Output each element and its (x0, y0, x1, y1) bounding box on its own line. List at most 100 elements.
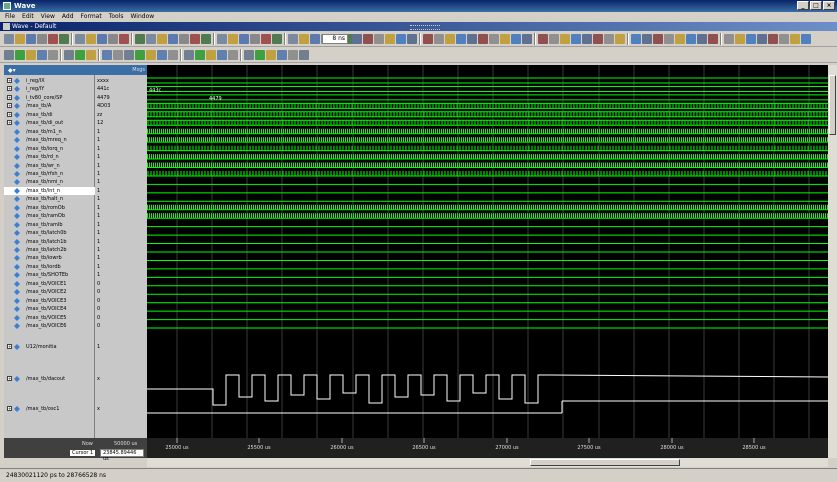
toolbar-tool-icon[interactable] (4, 50, 14, 60)
toolbar-tool-icon[interactable] (179, 34, 189, 44)
signal-row[interactable]: /max_tb/VOICE6 (4, 322, 95, 330)
toolbar-tool-icon[interactable] (184, 50, 194, 60)
toolbar-tool-icon[interactable] (146, 34, 156, 44)
signal-row[interactable]: + i_reg/IX (4, 77, 95, 85)
toolbar-tool-icon[interactable] (228, 50, 238, 60)
signal-row[interactable]: /max_tb/VOICE4 (4, 305, 95, 313)
toolbar-tool-icon[interactable] (168, 50, 178, 60)
toolbar-tool-icon[interactable] (686, 34, 696, 44)
toolbar-tool-icon[interactable] (615, 34, 625, 44)
signal-row[interactable]: /max_tb/latch1b (4, 238, 95, 246)
signal-row[interactable]: /max_tb/ramIb (4, 221, 95, 229)
expand-toggle-icon[interactable]: + (7, 120, 12, 126)
signal-row[interactable]: /max_tb/halt_n (4, 195, 95, 203)
waveform-canvas[interactable]: 443c 4479 (147, 65, 828, 438)
toolbar-tool-icon[interactable] (467, 34, 477, 44)
signal-row[interactable]: /max_tb/iordb (4, 263, 95, 271)
signal-row[interactable]: /max_tb/latch0b (4, 229, 95, 237)
toolbar-tool-icon[interactable] (664, 34, 674, 44)
toolbar-tool-icon[interactable] (266, 50, 276, 60)
toolbar-tool-icon[interactable] (4, 34, 14, 44)
toolbar-tool-icon[interactable] (59, 34, 69, 44)
toolbar-tool-icon[interactable] (790, 34, 800, 44)
menu-add[interactable]: Add (62, 12, 74, 22)
toolbar-tool-icon[interactable] (124, 50, 134, 60)
toolbar-tool-icon[interactable] (299, 50, 309, 60)
toolbar-tool-icon[interactable] (250, 34, 260, 44)
expand-toggle-icon[interactable]: + (7, 94, 12, 100)
signal-row[interactable]: /max_tb/rd_n (4, 153, 95, 161)
toolbar-tool-icon[interactable] (407, 34, 417, 44)
toolbar-tool-icon[interactable] (310, 34, 320, 44)
toolbar-tool-icon[interactable] (15, 50, 25, 60)
toolbar-tool-icon[interactable] (86, 50, 96, 60)
toolbar-tool-icon[interactable] (478, 34, 488, 44)
toolbar-tool-icon[interactable] (374, 34, 384, 44)
signal-row[interactable]: /max_tb/m1_n (4, 128, 95, 136)
toolbar-tool-icon[interactable] (288, 50, 298, 60)
signal-row[interactable]: /max_tb/wr_n (4, 162, 95, 170)
toolbar-tool-icon[interactable] (697, 34, 707, 44)
toolbar-tool-icon[interactable] (15, 34, 25, 44)
signal-row[interactable]: + /max_tb/di (4, 111, 95, 119)
toolbar-tool-icon[interactable] (675, 34, 685, 44)
toolbar-tool-icon[interactable] (560, 34, 570, 44)
toolbar-tool-icon[interactable] (48, 34, 58, 44)
toolbar-tool-icon[interactable] (604, 34, 614, 44)
vertical-scroll-thumb[interactable] (829, 75, 836, 135)
toolbar-tool-icon[interactable] (201, 34, 211, 44)
vertical-scrollbar[interactable] (828, 65, 837, 458)
toolbar-tool-icon[interactable] (277, 50, 287, 60)
signal-row[interactable]: + i_tv80_core/SP (4, 94, 95, 102)
signal-row[interactable]: /max_tb/int_n (4, 186, 95, 195)
toolbar-tool-icon[interactable] (157, 50, 167, 60)
toolbar-tool-icon[interactable] (157, 34, 167, 44)
toolbar-tool-icon[interactable] (385, 34, 395, 44)
toolbar-tool-icon[interactable] (97, 34, 107, 44)
toolbar-tool-icon[interactable] (500, 34, 510, 44)
maximize-button[interactable]: □ (810, 1, 822, 10)
signal-row[interactable]: /max_tb/iowrb (4, 254, 95, 262)
toolbar-tool-icon[interactable] (735, 34, 745, 44)
signal-row[interactable]: /max_tb/rfsh_n (4, 170, 95, 178)
toolbar-tool-icon[interactable] (642, 34, 652, 44)
expand-toggle-icon[interactable]: + (7, 103, 12, 109)
minimize-button[interactable]: _ (797, 1, 809, 10)
toolbar-tool-icon[interactable] (75, 50, 85, 60)
toolbar-tool-icon[interactable] (549, 34, 559, 44)
toolbar-tool-icon[interactable] (708, 34, 718, 44)
toolbar-tool-icon[interactable] (195, 50, 205, 60)
toolbar-tool-icon[interactable] (631, 34, 641, 44)
toolbar-tool-icon[interactable] (445, 34, 455, 44)
toolbar-tool-icon[interactable] (522, 34, 532, 44)
signal-row[interactable]: /max_tb/nmi_n (4, 178, 95, 186)
toolbar-tool-icon[interactable] (434, 34, 444, 44)
expand-toggle-icon[interactable]: + (7, 111, 12, 117)
signal-row[interactable]: /max_tb/iorq_n (4, 145, 95, 153)
cursor-value[interactable]: 23845.89446 us (100, 449, 144, 462)
dock-handle[interactable] (410, 25, 440, 30)
signal-row[interactable]: /max_tb/VOICE2 (4, 288, 95, 296)
toolbar-tool-icon[interactable] (724, 34, 734, 44)
toolbar-tool-icon[interactable] (423, 34, 433, 44)
signal-row[interactable]: + /max_tb/dacout (4, 375, 95, 383)
toolbar-tool-icon[interactable] (272, 34, 282, 44)
toolbar-tool-icon[interactable] (396, 34, 406, 44)
expand-toggle-icon[interactable]: + (7, 86, 12, 92)
menu-edit[interactable]: Edit (22, 12, 34, 22)
toolbar-tool-icon[interactable] (228, 34, 238, 44)
signal-row[interactable]: /max_tb/mreq_n (4, 136, 95, 144)
toolbar-tool-icon[interactable] (768, 34, 778, 44)
signal-row[interactable]: + U12/monitia (4, 343, 95, 351)
close-button[interactable]: × (823, 1, 835, 10)
toolbar-tool-icon[interactable] (26, 34, 36, 44)
menu-window[interactable]: Window (130, 12, 154, 22)
toolbar-tool-icon[interactable] (299, 34, 309, 44)
toolbar-tool-icon[interactable] (244, 50, 254, 60)
signal-row[interactable]: /max_tb/VOICE3 (4, 297, 95, 305)
expand-toggle-icon[interactable]: + (7, 406, 12, 411)
toolbar-tool-icon[interactable] (48, 50, 58, 60)
toolbar-tool-icon[interactable] (217, 50, 227, 60)
toolbar-tool-icon[interactable] (255, 50, 265, 60)
toolbar-tool-icon[interactable] (801, 34, 811, 44)
